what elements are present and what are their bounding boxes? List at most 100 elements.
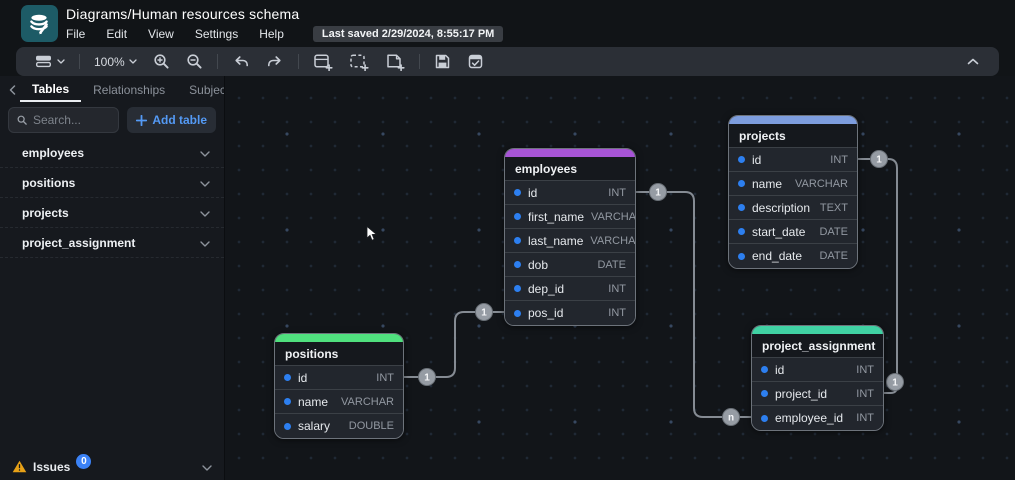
tab-relationships[interactable]: Relationships [81, 78, 177, 101]
zoom-level-button[interactable]: 100% [86, 47, 145, 76]
table-color-bar [729, 116, 857, 124]
app-header: Diagrams/Human resources schema File Edit… [0, 0, 1015, 47]
toolbar: 100% [16, 47, 999, 76]
cardinality-badge: n [722, 408, 740, 426]
tab-subject-are[interactable]: Subject Are [177, 78, 224, 101]
field-name: pos_id [528, 306, 564, 320]
tabs-scroll-left-icon[interactable] [4, 84, 20, 95]
undo-button[interactable] [224, 47, 258, 76]
add-table-icon [313, 54, 333, 71]
badge-label: 1 [876, 155, 882, 166]
sidebar-item-label: positions [22, 175, 76, 190]
field-dot-icon [514, 189, 521, 196]
collapse-header-button[interactable] [957, 58, 989, 65]
field-row-pos_id: pos_id INT [505, 301, 635, 325]
field-name: id [752, 152, 762, 167]
field-dot-icon [514, 237, 521, 244]
last-saved-badge: Last saved 2/29/2024, 8:55:17 PM [312, 26, 504, 42]
app-logo-icon[interactable] [21, 5, 58, 42]
menu-item-view[interactable]: View [148, 27, 174, 41]
table-card-positions[interactable]: positions id INT name VARCHAR salary DOUBLE [274, 333, 404, 439]
zoom-out-icon [187, 54, 202, 69]
badge-label: 1 [892, 378, 898, 389]
field-type: INT [856, 363, 874, 376]
field-name: start_date [752, 224, 806, 239]
field-type: TEXT [819, 201, 848, 214]
field-type: INT [608, 282, 626, 295]
save-icon [435, 54, 449, 69]
zoom-out-button[interactable] [178, 47, 211, 76]
add-area-button[interactable] [341, 47, 377, 76]
tab-tables[interactable]: Tables [20, 77, 82, 102]
zoom-in-button[interactable] [145, 47, 178, 76]
field-dot-icon [514, 309, 521, 317]
badge-label: 1 [481, 308, 487, 319]
field-row-dob: dob DATE [505, 253, 635, 277]
field-type: DOUBLE [348, 420, 394, 432]
sidebar-item-label: projects [22, 205, 69, 220]
cardinality-badge: 1 [870, 150, 888, 168]
caret-down-icon [129, 59, 137, 64]
table-card-header: projects [729, 124, 857, 148]
field-row-salary: salary DOUBLE [275, 414, 403, 438]
sidebar-item-employees[interactable]: employees [0, 138, 224, 168]
todo-button[interactable] [459, 47, 492, 76]
main-area: TablesRelationshipsSubject Are [0, 76, 1015, 480]
field-type: VARCHAR [795, 177, 848, 190]
sidebar-item-label: project_assignment [22, 235, 136, 250]
field-row-last_name: last_name VARCHAR [505, 229, 635, 253]
menu-item-file[interactable]: File [66, 27, 85, 41]
search-box[interactable] [8, 107, 120, 133]
add-note-button[interactable] [377, 47, 413, 76]
view-header-icon [36, 55, 52, 68]
add-table-button[interactable] [305, 47, 341, 76]
field-name: description [752, 200, 811, 215]
field-row-employee_id: employee_id INT [752, 406, 883, 430]
search-input[interactable] [32, 113, 111, 127]
toolbar-divider [418, 54, 420, 69]
menu-item-edit[interactable]: Edit [106, 27, 127, 41]
table-card-employees[interactable]: employeesidINTfirst_nameVARCHARlast_name… [504, 148, 636, 326]
field-dot-icon [514, 285, 521, 292]
field-type: VARCHAR [591, 210, 636, 223]
field-name: project_id [775, 386, 828, 401]
field-type: INT [856, 387, 874, 400]
field-row-project_id: project_id INT [752, 382, 883, 406]
sidebar-item-project_assignment[interactable]: project_assignment [0, 228, 224, 258]
field-name: end_date [752, 249, 803, 263]
save-button[interactable] [426, 47, 459, 76]
table-card-projects[interactable]: projects id INT name VARCHAR description TEXT s… [728, 115, 858, 269]
field-name: name [298, 394, 329, 409]
sidebar-item-projects[interactable]: projects [0, 198, 224, 228]
field-row-description: description TEXT [729, 196, 857, 220]
database-pencil-icon [29, 14, 48, 34]
field-type: INT [830, 153, 848, 166]
chevron-up-icon [967, 58, 979, 65]
redo-button[interactable] [258, 47, 292, 76]
page-title: Diagrams/Human resources schema [66, 6, 300, 22]
sidebar-tabbar: TablesRelationshipsSubject Are [0, 76, 224, 103]
menu-item-settings[interactable]: Settings [195, 27, 238, 41]
sidebar-item-positions[interactable]: positions [0, 168, 224, 198]
field-dot-icon [284, 398, 291, 405]
table-name: positions [285, 346, 339, 361]
table-color-bar [752, 326, 883, 334]
field-name: id [775, 362, 785, 377]
field-dot-icon [761, 414, 768, 422]
cardinality-badge: 1 [649, 183, 667, 201]
field-row-start_date: start_date DATE [729, 220, 857, 244]
add-table-button[interactable]: Add table [127, 107, 216, 133]
table-card-project_assignment[interactable]: project_assignment id INT project_id INT empl… [751, 325, 884, 431]
field-name: name [752, 176, 783, 191]
chevron-down-icon [200, 236, 210, 250]
diagram-canvas[interactable]: 111n11 employeesidINTfirst_nameVARCHARla… [225, 76, 1015, 480]
issues-section[interactable]: Issues 0 [0, 453, 224, 480]
table-list: employees positions projects project_assign… [0, 138, 224, 453]
field-dot-icon [738, 156, 745, 163]
toolbar-divider [297, 54, 299, 69]
menu-item-help[interactable]: Help [259, 27, 284, 41]
field-dot-icon [761, 390, 768, 397]
field-dot-icon [284, 374, 291, 381]
field-type: DATE [819, 225, 848, 238]
view-header-button[interactable] [26, 47, 73, 76]
